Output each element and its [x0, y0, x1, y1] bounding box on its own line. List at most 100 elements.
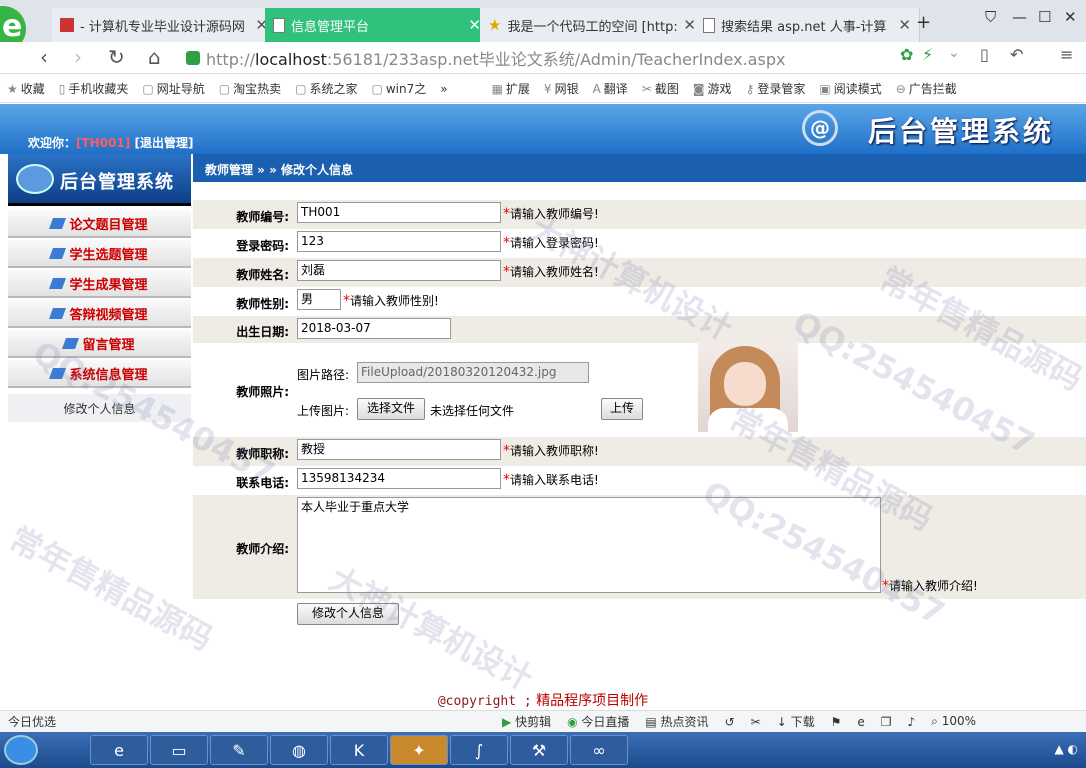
sidebar-item-student-selection[interactable]: 学生选题管理 — [8, 240, 191, 268]
status-tools-icon[interactable]: ✂ — [743, 715, 769, 729]
status-flag-icon[interactable]: ⚑ — [823, 715, 850, 729]
status-sync-icon[interactable]: ↺ — [717, 715, 743, 729]
taskbar-link-icon[interactable]: ∞ — [570, 735, 628, 765]
taskbar-vs-icon[interactable]: ∫ — [450, 735, 508, 765]
menu-arrow-icon — [62, 337, 80, 349]
status-news[interactable]: ▤ 热点资讯 — [637, 713, 716, 730]
gamepad-icon: ◙ — [692, 82, 705, 96]
toolbar-login[interactable]: ⚷ 登录管家 — [739, 80, 813, 97]
status-quick-clip[interactable]: ▶ 快剪辑 — [494, 713, 559, 730]
welcome-text: 欢迎你： — [28, 136, 77, 150]
phone-input[interactable]: 13598134234 — [297, 468, 501, 489]
minimize-icon[interactable]: — — [1012, 8, 1027, 26]
at-logo-icon: @ — [802, 110, 838, 146]
skin-icon[interactable]: ⛉ — [985, 8, 996, 26]
teacher-no-input[interactable]: TH001 — [297, 202, 501, 223]
toolbar-translate[interactable]: A 翻译 — [586, 80, 635, 97]
taskbar-ie-icon[interactable]: e — [90, 735, 148, 765]
choose-file-button[interactable]: 选择文件 — [357, 398, 425, 420]
toolbar-reader[interactable]: ▣ 阅读模式 — [812, 80, 888, 97]
toolbar-bank[interactable]: ¥ 网银 — [537, 80, 586, 97]
sidebar-logo-text: 后台管理系统 — [60, 172, 174, 193]
submit-button[interactable]: 修改个人信息 — [297, 603, 399, 625]
bookmark-favorites[interactable]: ★ 收藏 — [0, 80, 52, 97]
browser-tab-1[interactable]: - 计算机专业毕业设计源码网 ✕ — [52, 8, 277, 42]
form-row-photo: 教师照片: 图片路径: FileUpload/20180320120432.jp… — [193, 343, 1086, 437]
status-window-icon[interactable]: ❐ — [873, 715, 900, 729]
bookmark-mobile[interactable]: ▯ 手机收藏夹 — [52, 80, 136, 97]
sidebar-item-system-info[interactable]: 系统信息管理 — [8, 360, 191, 388]
home-icon[interactable]: ⌂ — [148, 45, 161, 69]
sidebar-item-messages[interactable]: 留言管理 — [8, 330, 191, 358]
taskbar-folder-icon[interactable]: ▭ — [150, 735, 208, 765]
bookmark-nav[interactable]: ▢ 网址导航 — [135, 80, 211, 97]
bookmark-win7[interactable]: ▢ win7之 — [364, 80, 433, 97]
browser-tab-3[interactable]: ★ 我是一个代码工的空间 [http: ✕ — [480, 8, 705, 42]
title-input[interactable]: 教授 — [297, 439, 501, 460]
photo-path-input[interactable]: FileUpload/20180320120432.jpg — [357, 362, 589, 383]
sidebar-item-thesis-topics[interactable]: 论文题目管理 — [8, 210, 191, 238]
password-label: 登录密码: — [236, 239, 289, 253]
upload-button[interactable]: 上传 — [601, 398, 643, 420]
taskbar-app-icon[interactable]: ✎ — [210, 735, 268, 765]
sidebar-item-student-results[interactable]: 学生成果管理 — [8, 270, 191, 298]
sidebar-subitem-edit-profile[interactable]: 修改个人信息 — [8, 394, 191, 422]
form-row-gender: 教师性别: 男 *请输入教师性别! — [193, 287, 1086, 316]
start-button-icon[interactable] — [4, 735, 38, 765]
close-window-icon[interactable]: ✕ — [1064, 8, 1077, 26]
mobile-icon[interactable]: ▯ — [980, 45, 989, 64]
toolbar-screenshot[interactable]: ✂ 截图 — [635, 80, 686, 97]
address-host: localhost — [255, 50, 327, 69]
bookmark-taobao[interactable]: ▢ 淘宝热卖 — [212, 80, 288, 97]
title-label: 教师职称: — [236, 447, 289, 461]
taskbar-browser-icon[interactable]: ◍ — [270, 735, 328, 765]
form-row-title: 教师职称: 教授 *请输入教师职称! — [193, 437, 1086, 466]
status-ie-icon[interactable]: e — [849, 715, 872, 729]
status-zoom[interactable]: ⌕ 100% — [923, 714, 984, 729]
toolbar-adblock[interactable]: ⊖ 广告拦截 — [889, 80, 964, 97]
browser-tab-2[interactable]: 信息管理平台 ✕ — [265, 8, 490, 42]
upload-label: 上传图片: — [297, 404, 350, 418]
gender-input[interactable]: 男 — [297, 289, 341, 310]
name-label: 教师姓名: — [236, 268, 289, 282]
status-live[interactable]: ◉ 今日直播 — [559, 713, 637, 730]
system-tray[interactable]: ▲ ◐ — [1054, 742, 1078, 756]
birth-input[interactable]: 2018-03-07 — [297, 318, 451, 339]
copyright-text: @copyright ; — [437, 694, 532, 709]
page-icon: ▢ — [218, 82, 231, 96]
maximize-icon[interactable]: ☐ — [1038, 8, 1051, 26]
status-sound-icon[interactable]: ♪ — [900, 715, 924, 729]
taskbar-k-icon[interactable]: K — [330, 735, 388, 765]
address-bar[interactable]: http://localhost:56181/233asp.net毕业论文系统/… — [186, 45, 966, 71]
toolbar-extensions[interactable]: ▦ 扩展 — [485, 80, 537, 97]
browser-nav-bar: ‹ › ↻ ⌂ http://localhost:56181/233asp.ne… — [0, 42, 1086, 74]
name-input[interactable]: 刘磊 — [297, 260, 501, 281]
accelerate-icon[interactable]: ✿ — [900, 45, 913, 64]
refresh-icon[interactable]: ↻ — [108, 45, 125, 69]
coin-icon: ¥ — [543, 82, 552, 96]
toolbar-games[interactable]: ◙ 游戏 — [686, 80, 739, 97]
menu-arrow-icon — [49, 277, 67, 289]
zoom-icon: ⌕ — [931, 714, 942, 728]
bookmark-more[interactable]: » — [433, 82, 454, 96]
undo-icon[interactable]: ↶ — [1010, 45, 1023, 64]
new-tab-button[interactable]: + — [916, 12, 931, 33]
taskbar-tool-icon[interactable]: ⚒ — [510, 735, 568, 765]
address-dropdown-icon[interactable]: ⌄ — [948, 45, 960, 61]
taskbar-paint-icon[interactable]: ✦ — [390, 735, 448, 765]
sidebar-item-defense-video[interactable]: 答辩视频管理 — [8, 300, 191, 328]
close-tab-icon[interactable]: ✕ — [898, 16, 911, 34]
password-input[interactable]: 123 — [297, 231, 501, 252]
key-icon: ⚷ — [745, 82, 755, 96]
menu-icon[interactable]: ≡ — [1060, 45, 1073, 64]
status-download[interactable]: ↓ 下载 — [769, 713, 823, 730]
back-icon[interactable]: ‹ — [40, 45, 48, 69]
logout-link[interactable]: [退出管理] — [134, 136, 193, 150]
bookmark-xitong[interactable]: ▢ 系统之家 — [288, 80, 364, 97]
browser-tab-4[interactable]: 搜索结果 asp.net 人事-计算 ✕ — [695, 8, 920, 42]
lightning-icon[interactable]: ⚡ — [922, 45, 933, 64]
intro-textarea[interactable]: 本人毕业于重点大学 — [297, 497, 881, 593]
forward-icon[interactable]: › — [74, 45, 82, 69]
status-today-picks[interactable]: 今日优选 — [0, 713, 64, 730]
menu-arrow-icon — [49, 367, 67, 379]
